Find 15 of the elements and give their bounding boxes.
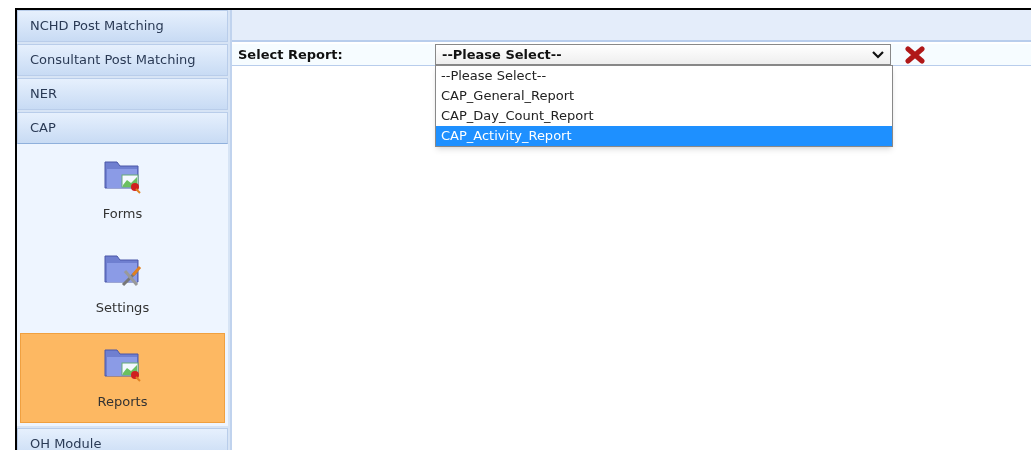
dropdown-option[interactable]: CAP_Day_Count_Report	[436, 106, 892, 126]
accordion-header[interactable]: NCHD Post Matching	[17, 10, 228, 42]
report-select[interactable]: --Please Select--	[435, 44, 891, 65]
nav-item[interactable]: Settings	[20, 239, 225, 329]
chevron-down-icon	[872, 50, 884, 59]
field-label: Select Report:	[237, 45, 344, 64]
accordion-header[interactable]: OH Module	[17, 428, 228, 450]
accordion-header[interactable]: CAP	[17, 112, 228, 144]
close-icon[interactable]	[905, 45, 925, 64]
nav-item[interactable]: Forms	[20, 145, 225, 235]
dropdown-option[interactable]: CAP_General_Report	[436, 86, 892, 106]
nav-item[interactable]: Reports	[20, 333, 225, 423]
accordion-header[interactable]: Consultant Post Matching	[17, 44, 228, 76]
accordion-header[interactable]: NER	[17, 78, 228, 110]
dropdown-option[interactable]: --Please Select--	[436, 66, 892, 86]
